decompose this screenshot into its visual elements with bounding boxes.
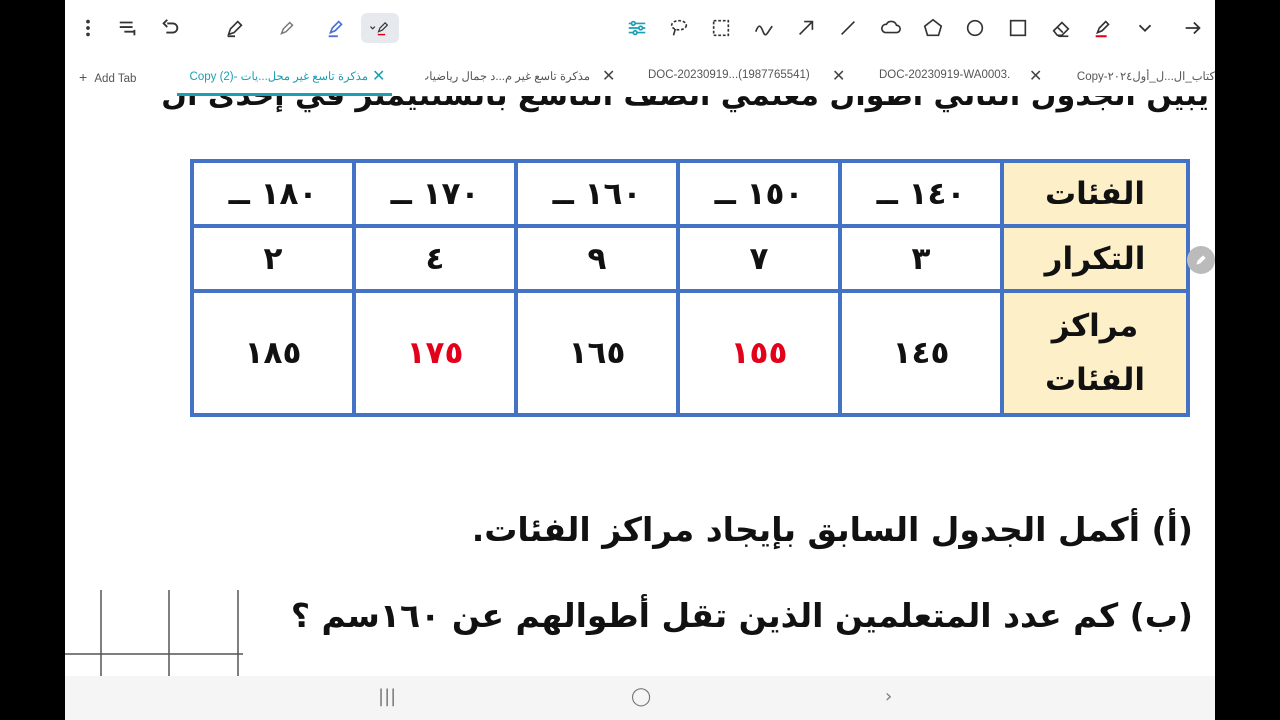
pen-dropdown-icon[interactable] xyxy=(361,13,399,43)
arrow-icon[interactable] xyxy=(791,13,821,43)
back-icon[interactable]: › xyxy=(885,686,892,707)
add-tab-button[interactable]: + Add Tab xyxy=(79,69,136,85)
frequency-cell: ٢ xyxy=(190,224,356,294)
midpoint-cell: ١٨٥ xyxy=(190,289,356,417)
tab-item-2[interactable]: مذكرة تاسع غير م...د جمال رياضيات . xyxy=(425,69,590,83)
row-header-frequency: التكرار xyxy=(1000,224,1190,294)
tab-item-1[interactable]: مذكرة تاسع غير محل...يات -Copy (2) xyxy=(186,69,368,83)
add-tab-label: Add Tab xyxy=(94,73,137,85)
curve-icon[interactable] xyxy=(749,13,779,43)
tab-close-icon[interactable]: ✕ xyxy=(832,66,845,86)
midpoint-cell-handwritten: ١٧٥ xyxy=(352,289,518,417)
document-page[interactable]: يبين الجدول التالي أطوال معلمي الصف التا… xyxy=(65,96,1215,676)
page-heading: يبين الجدول التالي أطوال معلمي الصف التا… xyxy=(161,96,1209,113)
drawing-toolbar xyxy=(65,0,1215,56)
highlighter-icon[interactable] xyxy=(321,13,351,43)
question-a: (أ) أكمل الجدول السابق بإيجاد مراكز الفئ… xyxy=(471,510,1193,549)
eraser-icon[interactable] xyxy=(1046,13,1076,43)
question-b: (ب) كم عدد المتعلمين الذين تقل أطوالهم ع… xyxy=(290,596,1193,635)
frequency-cell: ٣ xyxy=(838,224,1004,294)
frequency-cell: ٩ xyxy=(514,224,680,294)
midpoint-cell: ١٦٥ xyxy=(514,289,680,417)
partial-grid-drawing xyxy=(65,590,243,676)
class-cell: ١٥٠ ــ xyxy=(676,158,842,229)
tab-item-4[interactable]: DOC-20230919-WA0003. xyxy=(879,69,1029,81)
class-cell: ١٤٠ ــ xyxy=(838,158,1004,229)
cloud-icon[interactable] xyxy=(876,13,906,43)
class-cell: ١٦٠ ــ xyxy=(514,158,680,229)
more-vert-icon[interactable] xyxy=(73,13,103,43)
tab-close-icon[interactable]: ✕ xyxy=(602,66,615,86)
class-cell: ١٧٠ ــ xyxy=(352,158,518,229)
circle-icon[interactable] xyxy=(960,13,990,43)
tab-item-3[interactable]: DOC-20230919...(1987765541) xyxy=(648,69,823,81)
plus-icon: + xyxy=(79,69,88,85)
pentagon-icon[interactable] xyxy=(918,13,948,43)
pencil-icon[interactable] xyxy=(272,13,302,43)
pen-icon[interactable] xyxy=(220,13,250,43)
pen-settings-icon[interactable] xyxy=(113,13,143,43)
frequency-cell: ٤ xyxy=(352,224,518,294)
line-icon[interactable] xyxy=(833,13,863,43)
undo-icon[interactable] xyxy=(155,13,185,43)
app-screen: + Add Tab مذكرة تاسع غير محل...يات -Copy… xyxy=(65,0,1215,720)
system-nav-bar: ||| ◯ › xyxy=(65,676,1215,720)
floating-edit-icon[interactable] xyxy=(1187,246,1215,274)
active-pen-icon[interactable] xyxy=(1088,13,1118,43)
midpoint-cell-handwritten: ١٥٥ xyxy=(676,289,842,417)
select-rect-icon[interactable] xyxy=(706,13,736,43)
recent-apps-icon[interactable]: ||| xyxy=(378,686,396,707)
midpoint-cell: ١٤٥ xyxy=(838,289,1004,417)
class-cell: ١٨٠ ــ xyxy=(190,158,356,229)
tab-close-icon[interactable]: ✕ xyxy=(1029,66,1042,86)
home-icon[interactable]: ◯ xyxy=(631,686,651,707)
lasso-icon[interactable] xyxy=(664,13,694,43)
arrow-right-icon[interactable] xyxy=(1178,13,1208,43)
chevron-down-icon[interactable] xyxy=(1130,13,1160,43)
tab-item-5[interactable]: كتاب_ال...ل_أول٢٠٢٤-Copy xyxy=(1074,69,1215,83)
row-header-midpoints: مراكز الفئات xyxy=(1000,289,1190,417)
tab-bar: + Add Tab مذكرة تاسع غير محل...يات -Copy… xyxy=(65,60,1215,96)
frequency-cell: ٧ xyxy=(676,224,842,294)
square-icon[interactable] xyxy=(1003,13,1033,43)
tab-close-icon[interactable]: ✕ xyxy=(372,66,385,86)
adjust-icon[interactable] xyxy=(622,13,652,43)
row-header-classes: الفئات xyxy=(1000,158,1190,229)
frequency-table: الفئات ١٤٠ ــ ١٥٠ ــ ١٦٠ ــ ١٧٠ ــ ١٨٠ ـ… xyxy=(190,158,1190,417)
